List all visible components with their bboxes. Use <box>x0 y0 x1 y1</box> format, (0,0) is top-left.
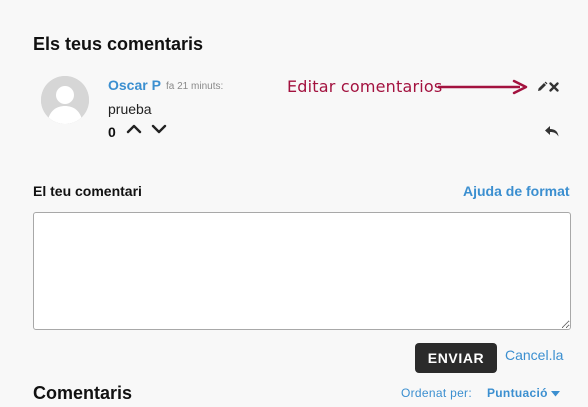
comment-author-link[interactable]: Oscar P <box>108 77 161 93</box>
sort-label: Ordenat per: <box>401 386 472 400</box>
format-help-link[interactable]: Ajuda de format <box>463 183 570 199</box>
avatar <box>41 76 89 124</box>
x-icon[interactable] <box>549 82 559 92</box>
pencil-icon[interactable] <box>536 81 548 93</box>
comment-textarea[interactable] <box>33 212 571 330</box>
annotation-label: Editar comentarios <box>287 77 443 96</box>
cancel-link[interactable]: Cancel.la <box>505 347 563 363</box>
caret-down-icon[interactable] <box>551 391 560 397</box>
annotation-arrow-icon <box>438 79 528 95</box>
vote-count: 0 <box>108 124 116 140</box>
comment-timestamp: fa 21 minuts: <box>166 81 224 92</box>
chevron-down-icon[interactable] <box>151 121 167 137</box>
comment-form-label: El teu comentari <box>33 183 142 199</box>
reply-arrow-icon[interactable] <box>544 124 560 138</box>
chevron-up-icon[interactable] <box>126 121 142 137</box>
sort-dropdown[interactable]: Puntuació <box>487 386 548 400</box>
send-button[interactable]: ENVIAR <box>415 343 497 373</box>
user-silhouette-icon <box>41 76 89 124</box>
comments-heading: Comentaris <box>33 383 133 403</box>
section-title: Els teus comentaris <box>33 34 204 54</box>
comment-text: prueba <box>108 101 152 117</box>
